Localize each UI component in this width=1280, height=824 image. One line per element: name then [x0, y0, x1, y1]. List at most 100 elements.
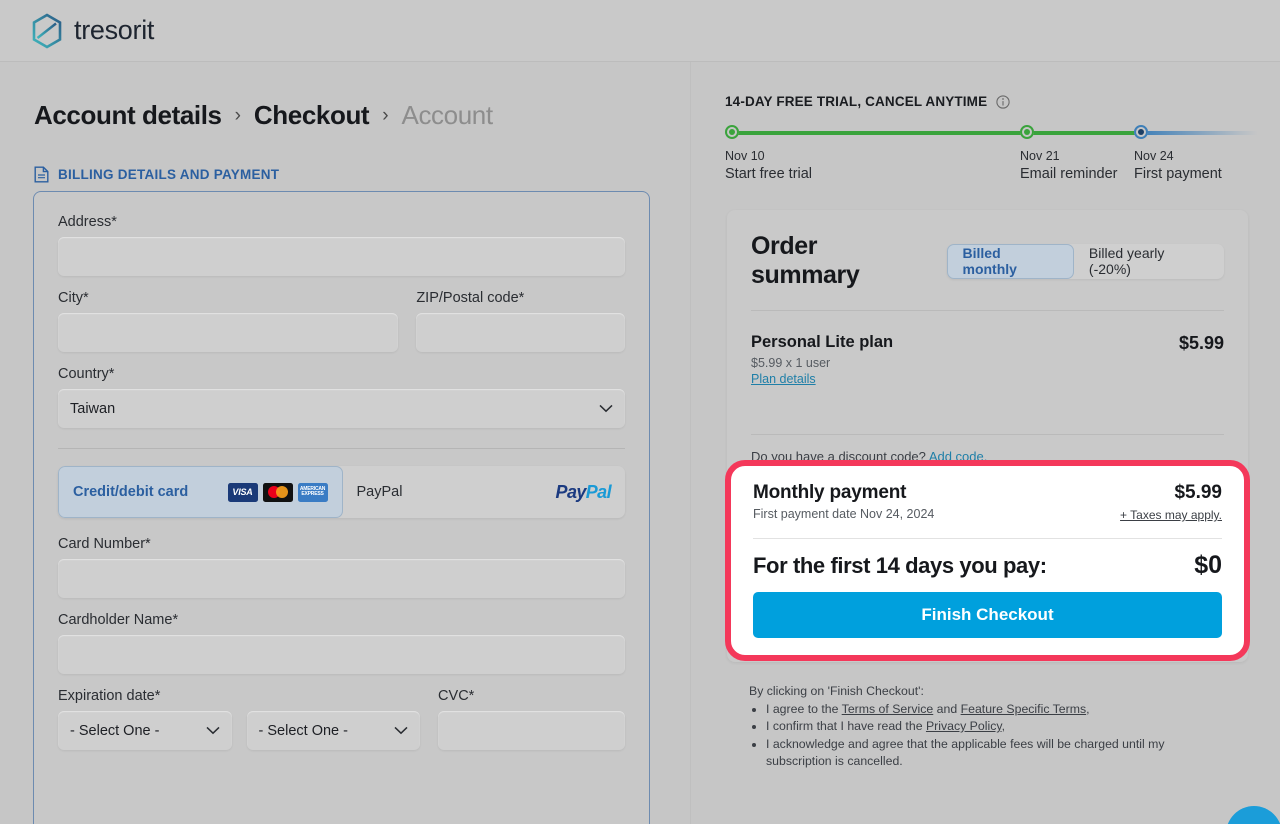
timeline-label-start: Nov 10 Start free trial [725, 147, 812, 183]
mastercard-icon [262, 482, 293, 502]
first-payment-date: First payment date Nov 24, 2024 [753, 507, 935, 521]
trial-heading-row: 14-DAY FREE TRIAL, CANCEL ANYTIME [725, 94, 1010, 109]
monthly-payment-row: Monthly payment First payment date Nov 2… [753, 482, 1222, 524]
zip-label: ZIP/Postal code* [416, 290, 525, 306]
finish-checkout-button[interactable]: Finish Checkout [753, 592, 1222, 638]
monthly-payment-info: Monthly payment First payment date Nov 2… [753, 482, 934, 521]
trial-payment-row: For the first 14 days you pay: $0 [753, 551, 1222, 580]
visa-icon: VISA [227, 482, 258, 502]
payment-method-card-tab[interactable]: Credit/debit card VISA AMERICAN EXPRESS [58, 466, 343, 518]
monthly-payment-label: Monthly payment [753, 482, 907, 503]
breadcrumb-item-checkout[interactable]: Checkout [254, 100, 370, 131]
city-field-group: City* [58, 290, 399, 352]
chevron-right-icon: › [234, 105, 241, 126]
plan-info: Personal Lite plan $5.99 x 1 user Plan d… [751, 333, 893, 388]
cardholder-name-field-group: Cardholder Name* [58, 612, 625, 674]
billing-section-title: BILLING DETAILS AND PAYMENT [58, 167, 280, 182]
billed-monthly-option[interactable]: Billed monthly [946, 243, 1074, 279]
address-label: Address* [58, 214, 117, 230]
plan-detail: $5.99 x 1 user [751, 356, 831, 370]
trial-payment-label: For the first 14 days you pay: [753, 552, 1047, 578]
chevron-down-icon [394, 726, 408, 735]
payment-method-paypal-tab[interactable]: PayPal PayPal [343, 466, 626, 518]
app-header: tresorit [0, 0, 1280, 62]
plan-name: Personal Lite plan [751, 333, 894, 351]
cvc-field-group: CVC* [438, 688, 625, 750]
timeline-label-reminder: Nov 21 Email reminder [1020, 147, 1118, 183]
breadcrumb-item-account-details[interactable]: Account details [34, 100, 222, 131]
breadcrumb-item-account[interactable]: Account [402, 100, 494, 131]
privacy-policy-link[interactable]: Privacy Policy [926, 719, 1002, 733]
document-icon [34, 166, 49, 183]
billing-section-label: BILLING DETAILS AND PAYMENT [34, 166, 279, 183]
chevron-right-icon: › [382, 105, 389, 126]
billing-form-card: Address* City* ZIP/Postal code* Country*… [33, 191, 650, 824]
card-number-field-group: Card Number* [58, 536, 625, 598]
payment-method-selector: Credit/debit card VISA AMERICAN EXPRESS P… [58, 466, 625, 518]
terms-intro: By clicking on 'Finish Checkout': [749, 684, 924, 698]
checkout-page: tresorit Account details › Checkout › Ac… [0, 0, 1280, 824]
country-select[interactable]: Taiwan [58, 389, 625, 428]
timeline-text-reminder: Email reminder [1020, 166, 1118, 182]
terms-item-3: I acknowledge and agree that the applica… [766, 736, 1211, 771]
order-summary-header: Order summary Billed monthly Billed year… [751, 232, 1224, 290]
payment-box-divider [753, 538, 1222, 539]
plan-price: $5.99 [1178, 333, 1224, 353]
form-divider [58, 448, 625, 449]
expiration-year-value: - Select One - [258, 722, 348, 739]
payment-method-card-label: Credit/debit card [73, 484, 189, 500]
amex-icon: AMERICAN EXPRESS [297, 482, 328, 502]
tresorit-hexagon-logo [32, 12, 62, 49]
payment-method-paypal-label: PayPal [356, 484, 403, 500]
monthly-payment-amount: $5.99 [1174, 482, 1222, 503]
timeline-label-payment: Nov 24 First payment [1134, 147, 1222, 183]
cardholder-name-label: Cardholder Name* [58, 612, 179, 628]
cardholder-name-input[interactable] [58, 635, 625, 674]
country-selected-value: Taiwan [70, 400, 116, 417]
info-icon[interactable] [996, 94, 1010, 109]
chevron-down-icon [599, 404, 613, 413]
terms-item-2: I confirm that I have read the Privacy P… [766, 718, 1211, 736]
plan-details-link[interactable]: Plan details [751, 372, 816, 386]
terms-item-1: I agree to the Terms of Service and Feat… [766, 701, 1211, 719]
city-label: City* [58, 290, 89, 306]
terms-of-service-link[interactable]: Terms of Service [842, 702, 934, 716]
zip-input[interactable] [416, 313, 625, 352]
timeline-node-reminder [1020, 125, 1034, 139]
country-label: Country* [58, 366, 115, 382]
expiration-field-group: Expiration date* - Select One - - Select… [58, 688, 421, 750]
country-field-group: Country* Taiwan [58, 366, 625, 428]
expiration-month-select[interactable]: - Select One - [58, 711, 232, 750]
timeline-segment-3 [1141, 131, 1258, 135]
trial-heading: 14-DAY FREE TRIAL, CANCEL ANYTIME [725, 94, 988, 109]
order-summary-title: Order summary [751, 232, 860, 289]
paypal-logo-icon: PayPal [555, 481, 612, 502]
address-field-group: Address* [58, 214, 625, 276]
timeline-date-start: Nov 10 [725, 149, 765, 163]
feature-specific-terms-link[interactable]: Feature Specific Terms [961, 702, 1087, 716]
trial-timeline: Nov 10 Start free trial Nov 21 Email rem… [725, 125, 1258, 189]
timeline-date-payment: Nov 24 [1134, 149, 1174, 163]
card-number-label: Card Number* [58, 536, 151, 552]
chevron-down-icon [206, 726, 220, 735]
billing-period-toggle: Billed monthly Billed yearly (-20%) [946, 243, 1224, 279]
plan-row: Personal Lite plan $5.99 x 1 user Plan d… [751, 311, 1224, 388]
card-brand-logos: VISA AMERICAN EXPRESS [227, 482, 328, 502]
monthly-payment-amount-block: $5.99 + Taxes may apply. [1120, 482, 1222, 524]
breadcrumb: Account details › Checkout › Account [34, 100, 493, 131]
expiration-month-value: - Select One - [70, 722, 160, 739]
card-number-input[interactable] [58, 559, 625, 598]
city-zip-row: City* ZIP/Postal code* [58, 290, 625, 352]
timeline-node-start [725, 125, 739, 139]
city-input[interactable] [58, 313, 399, 352]
left-panel: Account details › Checkout › Account BIL… [0, 62, 690, 824]
timeline-text-start: Start free trial [725, 166, 813, 182]
cvc-input[interactable] [438, 711, 625, 750]
taxes-may-apply-link[interactable]: + Taxes may apply. [1120, 508, 1222, 522]
expiration-year-select[interactable]: - Select One - [246, 711, 421, 750]
billed-yearly-option[interactable]: Billed yearly (-20%) [1074, 244, 1224, 279]
timeline-date-reminder: Nov 21 [1020, 149, 1060, 163]
address-input[interactable] [58, 237, 625, 276]
expiration-cvc-row: Expiration date* - Select One - - Select… [58, 688, 625, 750]
brand-logo[interactable]: tresorit [30, 12, 154, 49]
